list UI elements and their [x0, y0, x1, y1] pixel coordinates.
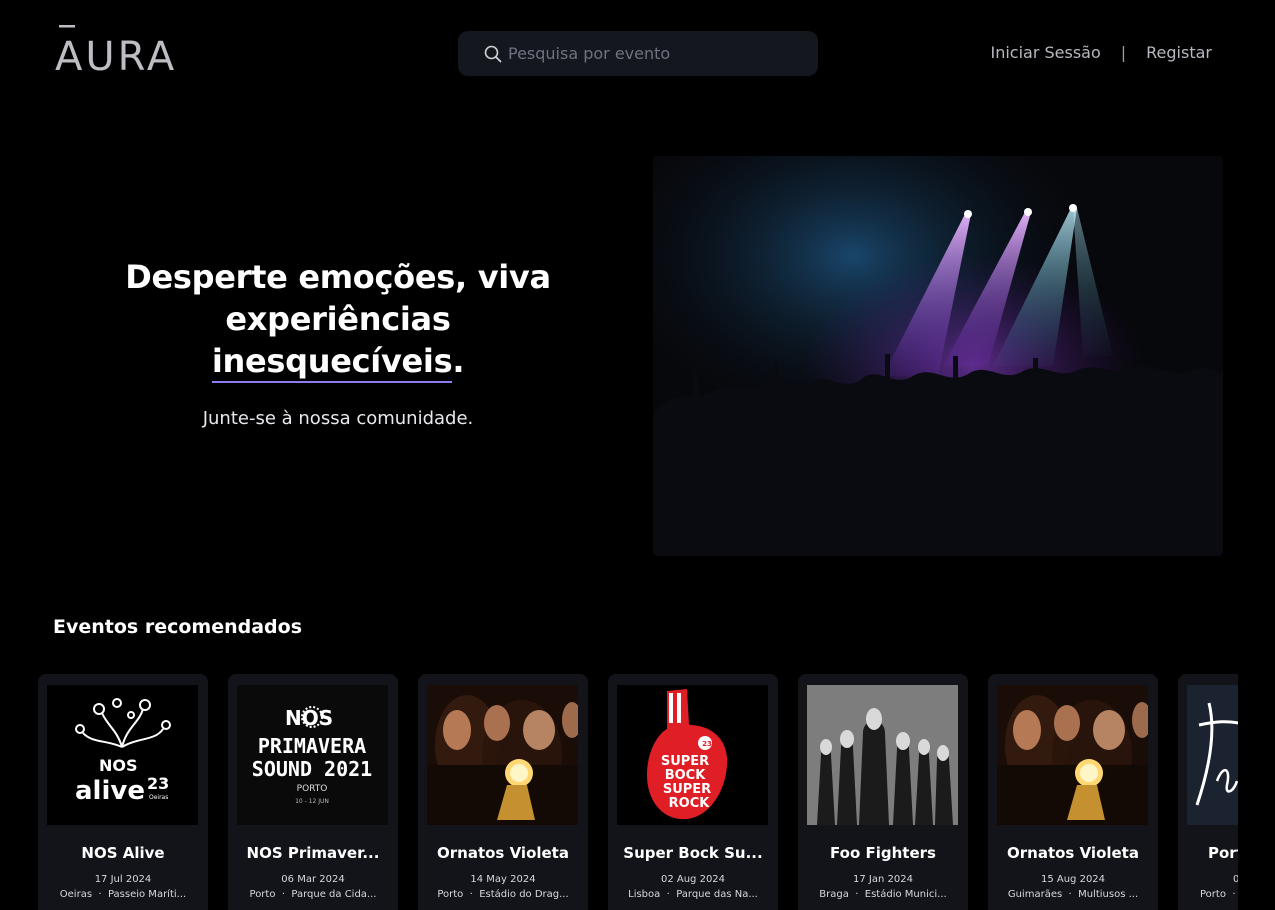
- poster-primavera-line2: SOUND 2021: [252, 757, 372, 781]
- search-bar[interactable]: [458, 31, 818, 76]
- event-date: 02 Aug 2024: [660, 874, 726, 885]
- event-card[interactable]: Ornatos Violeta 14 May 2024 Porto · Está…: [418, 674, 588, 910]
- event-card[interactable]: Foo Fighters 17 Jan 2024 Braga · Estádio…: [798, 674, 968, 910]
- events-carousel[interactable]: NOS alive 23 Oeiras NOS Alive 17 Jul 202…: [38, 674, 1238, 910]
- poster-primavera-line1: PRIMAVERA: [258, 734, 366, 758]
- event-card[interactable]: Ornatos Violeta 15 Aug 2024 Guimarães · …: [988, 674, 1158, 910]
- event-date: 17 Jul 2024: [94, 874, 152, 885]
- aura-logo[interactable]: AURA: [55, 24, 183, 74]
- hero-title: Desperte emoções, viva experiências ines…: [88, 256, 588, 383]
- event-name: Foo Fighters: [830, 844, 936, 862]
- event-date: 17 Jan 2024: [853, 874, 913, 885]
- event-name: NOS Alive: [81, 844, 165, 862]
- event-photo-ornatos-violeta: [997, 685, 1148, 825]
- poster-sbsr-line2: BOCK: [665, 768, 707, 783]
- event-date: 06 Mar 2024: [281, 874, 345, 885]
- event-poster-primavera: NOS PRIMAVERA SOUND 2021 PORTO 10 - 12 J…: [237, 685, 388, 825]
- register-link[interactable]: Registar: [1146, 43, 1212, 62]
- event-name: Super Bock Su...: [623, 844, 763, 862]
- search-input[interactable]: [508, 44, 798, 63]
- auth-separator: |: [1120, 43, 1127, 62]
- event-photo-ornatos-violeta: [427, 685, 578, 825]
- event-location: Braga · Estádio Munici...: [819, 889, 947, 900]
- login-link[interactable]: Iniciar Sessão: [990, 43, 1100, 62]
- event-name: Ornatos Violeta: [437, 844, 569, 862]
- poster-sbsr-line4: ROCK: [669, 796, 711, 811]
- search-icon: [484, 45, 502, 62]
- hero-title-highlight: inesquecíveis: [211, 342, 453, 383]
- poster-primavera-dates: 10 - 12 JUN: [295, 798, 329, 805]
- event-card[interactable]: NOS PRIMAVERA SOUND 2021 PORTO 10 - 12 J…: [228, 674, 398, 910]
- svg-text:AURA: AURA: [55, 34, 177, 74]
- auth-links: Iniciar Sessão | Registar: [990, 43, 1212, 62]
- event-name: NOS Primaver...: [246, 844, 380, 862]
- event-photo-foo-fighters: [807, 685, 958, 825]
- poster-alive-year: 23: [147, 774, 169, 793]
- event-card[interactable]: 23 SUPER BOCK SUPER ROCK Super Bock Su..…: [608, 674, 778, 910]
- event-poster-super-bock-super-rock: 23 SUPER BOCK SUPER ROCK: [617, 685, 768, 825]
- event-card[interactable]: NOS alive 23 Oeiras NOS Alive 17 Jul 202…: [38, 674, 208, 910]
- poster-primavera-city: PORTO: [297, 784, 328, 794]
- event-date: 15 Aug 2024: [1040, 874, 1106, 885]
- poster-sbsr-line1: SUPER: [661, 754, 709, 769]
- poster-sbsr-line3: SUPER: [663, 782, 711, 797]
- poster-primavera-nos: NOS: [285, 706, 333, 730]
- poster-alive-nos: NOS: [99, 756, 138, 775]
- hero-title-dot: .: [452, 342, 465, 380]
- hero-text: Desperte emoções, viva experiências ines…: [88, 256, 588, 429]
- event-location: Guimarães · Multiusos ...: [1007, 889, 1139, 900]
- event-poster-nos-alive: NOS alive 23 Oeiras: [47, 685, 198, 825]
- poster-alive-place: Oeiras: [149, 794, 168, 801]
- hero-subtitle: Junte-se à nossa comunidade.: [202, 408, 474, 429]
- event-location: Porto · Parque da Cida...: [249, 889, 377, 900]
- event-name: Port: [1208, 844, 1238, 862]
- event-name: Ornatos Violeta: [1007, 844, 1139, 862]
- poster-sbsr-badge: 23: [702, 740, 712, 748]
- event-location: Lisboa · Parque das Na...: [628, 889, 758, 900]
- hero-concert-image: [653, 156, 1223, 556]
- event-poster-porto: [1187, 685, 1238, 825]
- event-location: Porto ·: [1200, 889, 1236, 900]
- hero-title-line2: experiências: [225, 300, 451, 338]
- event-date: 14 May 2024: [470, 874, 536, 885]
- event-date: 0: [1233, 874, 1238, 885]
- hero-title-line1: Desperte emoções, viva: [125, 258, 551, 296]
- poster-alive-word: alive: [75, 776, 145, 806]
- section-title-recommended: Eventos recomendados: [53, 616, 303, 638]
- event-location: Porto · Estádio do Drag...: [437, 889, 569, 900]
- event-card[interactable]: Port 0 Porto ·: [1178, 674, 1238, 910]
- event-location: Oeiras · Passeio Maríti...: [59, 889, 187, 900]
